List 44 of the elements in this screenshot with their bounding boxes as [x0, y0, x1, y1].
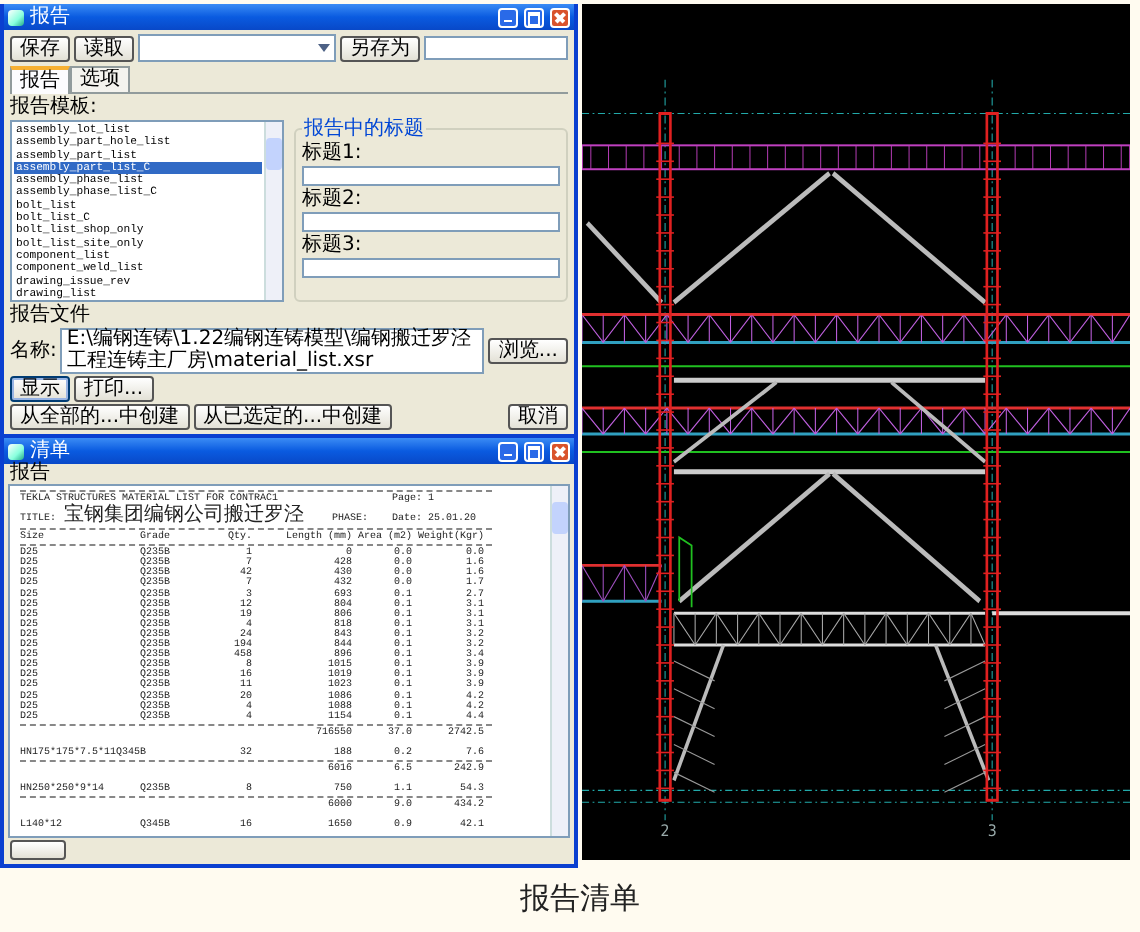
app-icon — [8, 9, 24, 25]
model-view[interactable]: 2 3 — [581, 4, 1130, 860]
app-icon — [8, 443, 24, 459]
field-label: 标题1: — [302, 142, 364, 164]
close-button[interactable] — [549, 441, 570, 461]
field-label: 标题2: — [302, 188, 364, 210]
save-button[interactable]: 保存 — [10, 35, 70, 61]
grid-label: 2 — [660, 821, 670, 841]
window-title: 报告 — [30, 5, 72, 29]
field-label: 标题3: — [302, 234, 364, 256]
save-as-field[interactable] — [423, 36, 568, 60]
grid-label: 3 — [987, 821, 997, 841]
scrollbar[interactable] — [549, 486, 568, 836]
group-label: 报告中的标题 — [302, 120, 426, 140]
template-list[interactable] — [10, 120, 284, 302]
cancel-button[interactable]: 取消 — [507, 404, 568, 430]
show-button[interactable]: 显示 — [10, 376, 70, 402]
path-field[interactable]: E:\编钢连铸\1.22编钢连铸模型\编钢搬迁罗泾工程连铸主厂房\material_list.xsr — [60, 328, 485, 374]
minimize-button[interactable] — [497, 7, 518, 27]
save-as-button[interactable]: 另存为 — [339, 35, 420, 61]
window-button[interactable] — [10, 840, 66, 860]
scrollbar[interactable] — [264, 122, 282, 300]
load-button[interactable]: 读取 — [74, 35, 134, 61]
create-button[interactable]: 从已选定的...中创建 — [193, 404, 393, 430]
close-button[interactable] — [549, 7, 570, 27]
figure-caption: 报告清单 — [520, 880, 640, 916]
preset-dropdown[interactable] — [138, 34, 336, 62]
menu-item[interactable]: 报告 — [10, 464, 50, 484]
section-label: 报告模板: — [10, 96, 99, 118]
tab[interactable]: 报告 — [10, 66, 70, 94]
browse-button[interactable]: 浏览... — [488, 338, 568, 364]
title-field[interactable] — [302, 258, 560, 278]
maximize-button[interactable] — [523, 441, 544, 461]
project-title: 宝钢集团编钢公司搬迁罗泾 — [64, 504, 305, 527]
title-field[interactable] — [302, 166, 560, 186]
section-label: 报告文件 — [10, 304, 91, 326]
print-button[interactable]: 打印... — [74, 376, 154, 402]
title-field[interactable] — [302, 212, 560, 232]
tab[interactable]: 选项 — [70, 66, 130, 92]
field-label: 名称: — [10, 340, 57, 362]
window-title: 清单 — [30, 439, 72, 461]
maximize-button[interactable] — [523, 7, 544, 27]
create-button[interactable]: 从全部的...中创建 — [10, 404, 190, 430]
minimize-button[interactable] — [497, 441, 518, 461]
